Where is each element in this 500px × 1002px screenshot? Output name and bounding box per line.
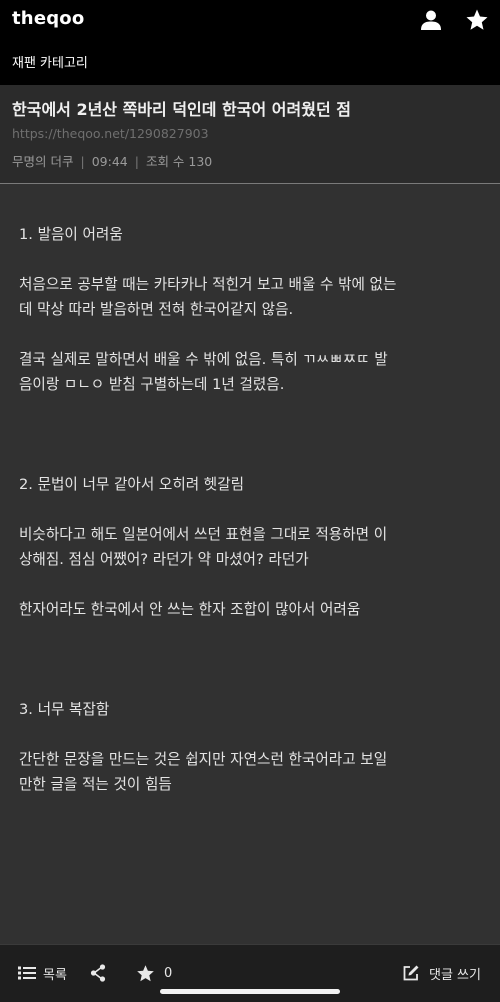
content-blank-line	[19, 322, 489, 347]
content-line: 만한 글을 적는 것이 힘듬	[19, 776, 172, 793]
content-blank-line	[19, 422, 489, 447]
content-line: 3. 너무 복잡함	[19, 701, 110, 718]
star-icon[interactable]	[465, 8, 489, 32]
content-line: 2. 문법이 너무 같아서 오히려 헷갈림	[19, 476, 245, 493]
content-line: 상해짐. 점심 어쨌어? 라던가 약 마셨어? 라던가	[19, 551, 309, 568]
post-views: 조회 수 130	[145, 154, 213, 169]
write-comment-button[interactable]: 댓글 쓰기	[402, 963, 481, 983]
star-count: 0	[164, 965, 173, 981]
content-blank-line	[19, 247, 489, 272]
content-line: 한자어라도 한국에서 안 쓰는 한자 조합이 많아서 어려움	[19, 601, 361, 618]
share-button[interactable]	[90, 963, 106, 983]
share-icon	[90, 964, 106, 982]
content-line: 데 막상 따라 발음하면 전혀 한국어같지 않음.	[19, 301, 294, 318]
post-content: 1. 발음이 어려움 처음으로 공부할 때는 카타카나 적힌거 보고 배울 수 …	[19, 222, 489, 797]
write-comment-label: 댓글 쓰기	[429, 967, 481, 983]
post-title: 한국에서 2년산 쪽바리 덕인데 한국어 어려웠던 점	[12, 100, 351, 119]
content-blank-line	[19, 572, 489, 597]
star-icon	[137, 964, 154, 981]
site-logo[interactable]: theqoo	[12, 8, 84, 29]
content-line: 처음으로 공부할 때는 카타카나 적힌거 보고 배울 수 밖에 없는	[19, 276, 397, 293]
list-icon	[18, 966, 36, 980]
post-url[interactable]: https://theqoo.net/1290827903	[12, 126, 209, 141]
meta-separator: |	[134, 154, 139, 169]
content-blank-line	[19, 447, 489, 472]
content-line: 비슷하다고 해도 일본어에서 쓰던 표현을 그대로 적용하면 이	[19, 526, 388, 543]
post-time: 09:44	[91, 154, 128, 169]
content-line: 1. 발음이 어려움	[19, 226, 123, 243]
content-blank-line	[19, 672, 489, 697]
content-line: 간단한 문장을 만드는 것은 쉽지만 자연스런 한국어라고 보일	[19, 751, 388, 768]
content-line: 음이랑 ㅁㄴㅇ 받침 구별하는데 1년 걸렸음.	[19, 376, 285, 393]
content-blank-line	[19, 497, 489, 522]
star-button[interactable]: 0	[136, 963, 172, 983]
content-blank-line	[19, 397, 489, 422]
post-meta: 무명의 더쿠 | 09:44 | 조회 수 130	[12, 151, 212, 170]
content-blank-line	[19, 622, 489, 647]
meta-separator: |	[80, 154, 85, 169]
list-button[interactable]: 목록	[18, 963, 67, 983]
home-indicator[interactable]	[160, 989, 340, 994]
write-icon	[403, 965, 419, 981]
list-label: 목록	[43, 967, 67, 983]
category-link[interactable]: 재팬 카테고리	[12, 52, 88, 71]
content-line: 결국 실제로 말하면서 배울 수 밖에 없음. 특히 ㄲㅆㅃㅉㄸ 발	[19, 351, 388, 368]
header-divider	[0, 183, 500, 184]
content-blank-line	[19, 647, 489, 672]
post-author: 무명의 더쿠	[12, 154, 74, 169]
user-icon[interactable]	[420, 9, 442, 31]
content-blank-line	[19, 722, 489, 747]
